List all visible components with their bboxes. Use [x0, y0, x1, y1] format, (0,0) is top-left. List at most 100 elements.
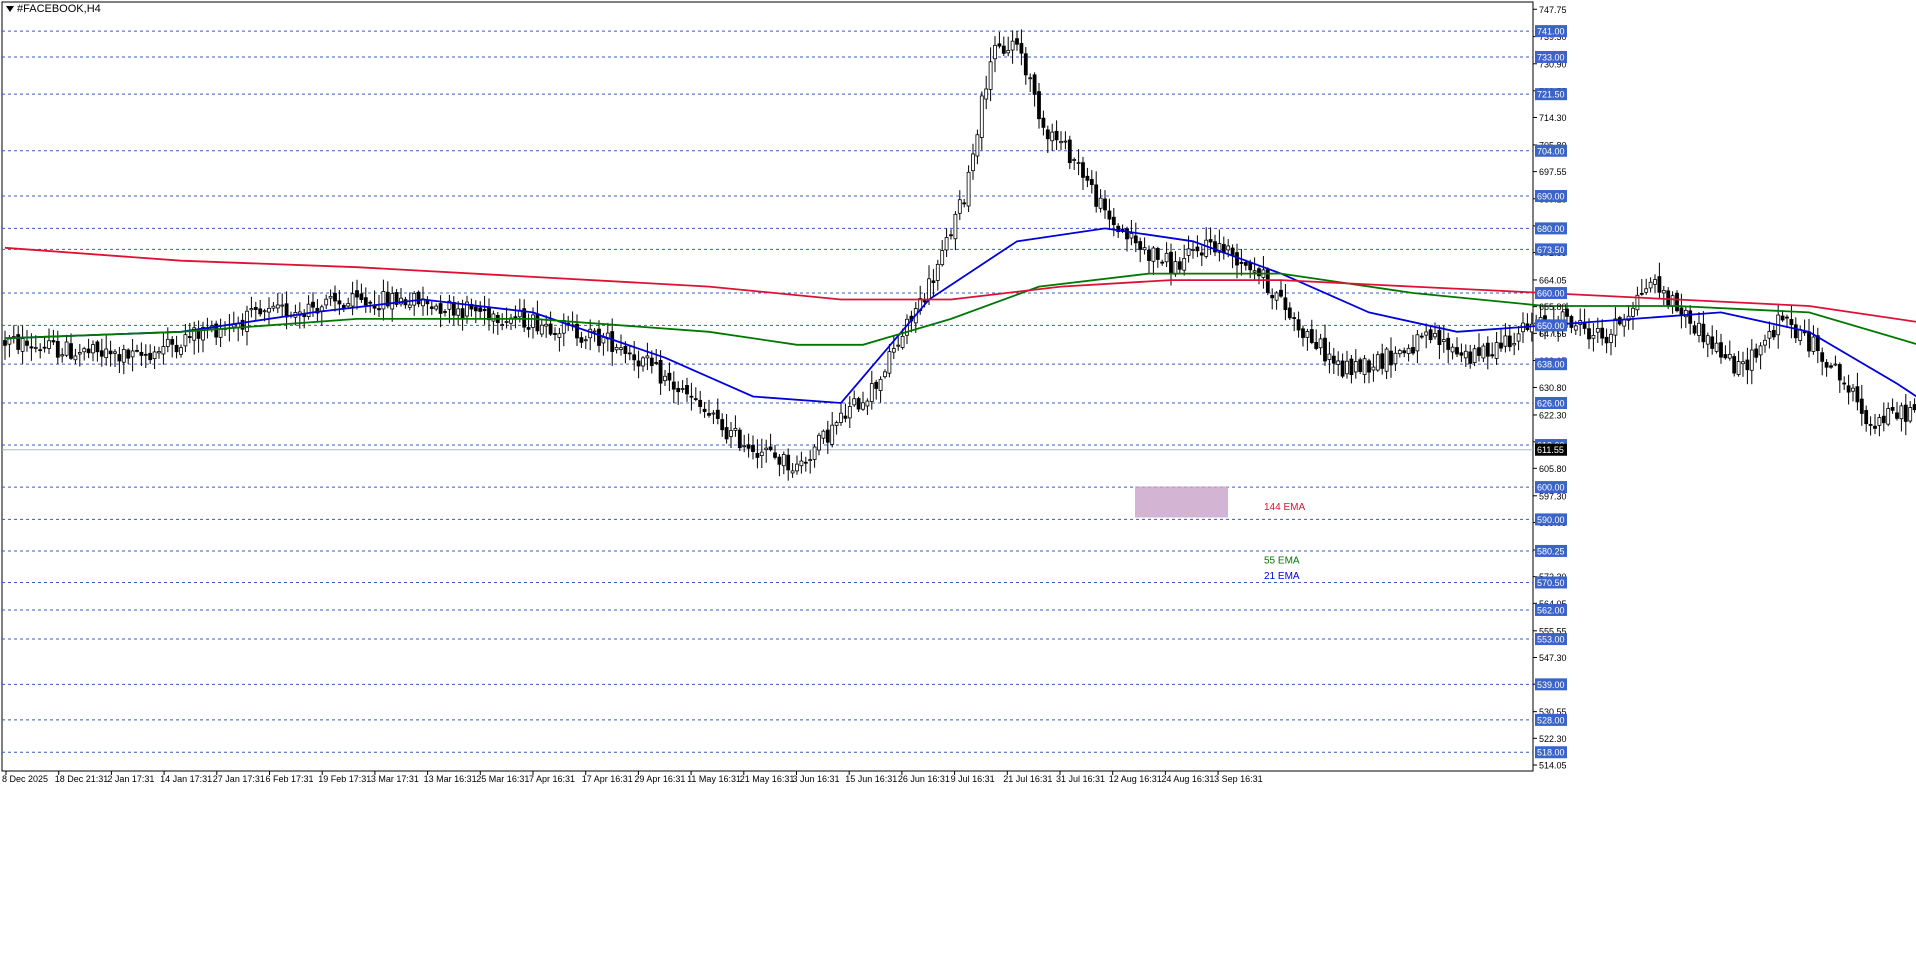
candle-bull — [795, 463, 799, 472]
candle-bull — [1798, 329, 1803, 341]
candle-bear — [460, 308, 465, 319]
candle-bear — [1331, 355, 1336, 364]
candle-bull — [7, 338, 12, 345]
candle-bear — [1419, 335, 1424, 338]
candle-bull — [64, 341, 69, 356]
x-tick-label: 24 Aug 16:31 — [1161, 774, 1214, 784]
candle-bull — [1252, 270, 1257, 273]
candle-bear — [1138, 241, 1143, 250]
candle-bear — [1868, 424, 1873, 426]
candle-bull — [588, 328, 593, 339]
candle-bear — [1296, 319, 1301, 331]
candle-bear — [786, 454, 791, 471]
level-price-label: 570.50 — [1537, 578, 1565, 588]
candle-bull — [539, 324, 544, 335]
candle-bear — [1455, 347, 1459, 355]
level-price-label: 673.50 — [1537, 245, 1565, 255]
candle-bull — [935, 263, 940, 281]
candle-bull — [1749, 349, 1754, 371]
x-tick-label: 3 Mar 17:31 — [371, 774, 419, 784]
candle-bull — [82, 348, 87, 353]
candle-bear — [1732, 356, 1737, 374]
candle-bear — [1032, 74, 1037, 95]
candle-bull — [1758, 345, 1763, 356]
candle-bear — [803, 461, 808, 464]
candle-bull — [812, 446, 817, 460]
candle-bear — [768, 446, 773, 451]
time-axis[interactable]: 8 Dec 2025 18 Dec 21:31 2 Jan 17:31 14 Jan … — [2, 771, 1263, 784]
candle-bear — [377, 308, 381, 311]
candle-bull — [808, 459, 813, 462]
candle-bear — [1367, 360, 1371, 373]
candle-bear — [627, 352, 632, 355]
candle-bear — [311, 301, 315, 308]
candle-bull — [1433, 333, 1437, 338]
candle-bull — [799, 460, 804, 467]
candle-bear — [513, 316, 518, 319]
candle-bull — [1653, 279, 1657, 285]
chart-title-bar[interactable]: #FACEBOOK,H4 — [6, 3, 101, 15]
candle-bull — [557, 333, 562, 338]
y-tick-label: 664.05 — [1539, 275, 1567, 285]
candle-bear — [1855, 386, 1860, 403]
candle-bull — [1899, 405, 1904, 420]
candle-bear — [1309, 329, 1314, 343]
candle-bull — [60, 354, 65, 357]
candle-bear — [55, 340, 60, 358]
candle-bear — [1160, 261, 1165, 264]
candle-bear — [187, 336, 192, 338]
candle-bull — [1336, 360, 1341, 365]
candle-bull — [1129, 233, 1134, 239]
candle-bear — [1015, 38, 1019, 45]
candle-bear — [949, 234, 953, 237]
candle-bull — [1591, 334, 1596, 339]
candle-bear — [368, 301, 373, 304]
candle-bear — [337, 300, 342, 305]
candle-bear — [597, 328, 601, 346]
dropdown-triangle-icon[interactable] — [6, 6, 14, 12]
candle-bear — [751, 445, 755, 453]
candle-bull — [1375, 354, 1380, 371]
candle-bull — [390, 293, 395, 310]
x-tick-label: 14 Jan 17:31 — [160, 774, 212, 784]
candle-bull — [1353, 361, 1358, 373]
candle-bull — [306, 303, 311, 318]
y-tick-label: 747.75 — [1539, 5, 1567, 15]
candle-bear — [1287, 307, 1292, 319]
candle-bull — [544, 323, 549, 327]
candle-bear — [429, 306, 434, 309]
candle-bear — [1169, 251, 1173, 274]
candle-bull — [1226, 245, 1231, 251]
candle-bull — [1472, 348, 1477, 363]
x-tick-label: 3 Jun 16:31 — [793, 774, 840, 784]
candle-bull — [346, 303, 351, 307]
candle-bear — [284, 303, 289, 318]
candle-bear — [698, 399, 703, 408]
candle-bear — [1019, 43, 1024, 54]
candle-bull — [1362, 358, 1367, 375]
candle-bear — [473, 306, 478, 312]
candle-bear — [623, 345, 628, 354]
candle-bull — [1714, 342, 1719, 352]
candle-bull — [1142, 247, 1147, 251]
candle-bull — [73, 355, 78, 361]
candle-bear — [746, 444, 751, 449]
candle-bear — [1723, 354, 1728, 359]
price-axis[interactable]: 747.75739.30730.90722.55714.30705.80697.… — [1533, 5, 1567, 771]
candle-bear — [95, 341, 100, 353]
candle-bear — [333, 292, 337, 302]
candle-bull — [324, 298, 329, 306]
level-price-label: 528.00 — [1537, 715, 1565, 725]
candle-bear — [42, 346, 47, 349]
x-tick-label: 6 Feb 17:31 — [266, 774, 314, 784]
candle-bull — [729, 430, 733, 437]
candle-bull — [1076, 162, 1081, 164]
candle-bear — [25, 340, 29, 346]
candle-bear — [1323, 337, 1327, 362]
price-chart[interactable]: 144 EMA 55 EMA 21 EMA 747.75739.30730.9072… — [0, 0, 1916, 963]
candle-bull — [434, 305, 439, 310]
plot-area[interactable] — [1, 1, 1534, 772]
candle-bear — [1177, 261, 1182, 270]
candle-bear — [482, 308, 487, 312]
candle-bear — [1890, 407, 1895, 411]
